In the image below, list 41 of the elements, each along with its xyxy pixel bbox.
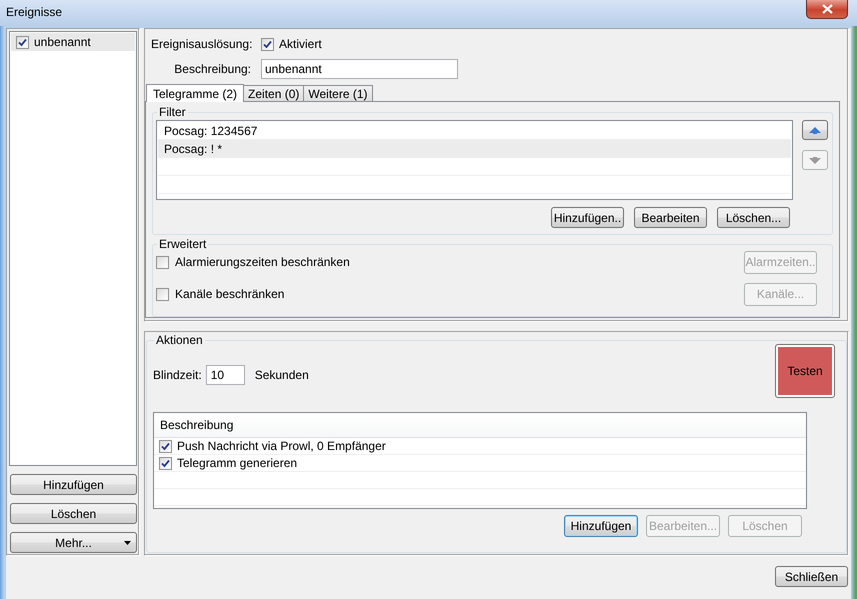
checkbox[interactable]	[261, 38, 274, 50]
window-title: Ereignisse	[5, 4, 62, 19]
group-title: Erweitert	[158, 237, 208, 251]
table-cell: Push Nachricht via Prowl, 0 Empfänger	[177, 439, 386, 453]
filter-button[interactable]: Löschen...	[717, 207, 790, 228]
move-up-button[interactable]	[802, 120, 828, 140]
close-button[interactable]	[806, 0, 848, 19]
filter-button[interactable]: Bearbeiten	[634, 207, 707, 228]
event-item[interactable]: unbenannt	[11, 33, 135, 51]
caret-icon	[124, 541, 131, 546]
checkbox-label: Alarmierungszeiten beschränken	[175, 255, 351, 269]
action-button[interactable]: Hinzufügen	[564, 515, 638, 537]
tab[interactable]: Weitere (1)	[303, 85, 373, 101]
field-label: Beschreibung:	[173, 62, 251, 76]
description-field[interactable]: unbenannt	[261, 59, 458, 79]
more-button[interactable]: Mehr...	[10, 532, 137, 553]
checkbox[interactable]	[159, 456, 172, 470]
up-arrow-icon	[809, 126, 821, 134]
filter-button[interactable]: Hinzufügen..	[551, 207, 624, 228]
checkbox[interactable]	[156, 288, 169, 300]
unit-label: Sekunden	[254, 368, 309, 382]
event-button[interactable]: Hinzufügen	[10, 474, 137, 496]
tab[interactable]: Zeiten (0)	[243, 85, 304, 101]
event-button[interactable]: Löschen	[10, 503, 137, 524]
close-dialog-button[interactable]: Schließen	[775, 566, 848, 587]
checkbox-label: Aktiviert	[279, 37, 322, 51]
field-label: Ereignisauslösung:	[151, 37, 251, 51]
close-icon	[822, 4, 832, 14]
checkbox[interactable]	[16, 36, 29, 48]
tab[interactable]: Telegramme (2)	[146, 84, 244, 102]
field-label: Blindzeit:	[153, 368, 202, 382]
checkbox[interactable]	[159, 440, 172, 452]
down-arrow-icon	[809, 156, 821, 164]
filter-row[interactable]: Pocsag: ! *	[158, 140, 791, 158]
group-title: Filter	[158, 105, 187, 119]
checkbox-label: Kanäle beschränken	[175, 287, 286, 301]
checkbox[interactable]	[156, 256, 169, 268]
blind-time-field[interactable]: 10	[206, 365, 245, 385]
table-cell: Telegramm generieren	[177, 456, 298, 470]
group-title: Aktionen	[155, 333, 204, 347]
test-button[interactable]: Testen	[776, 345, 834, 397]
